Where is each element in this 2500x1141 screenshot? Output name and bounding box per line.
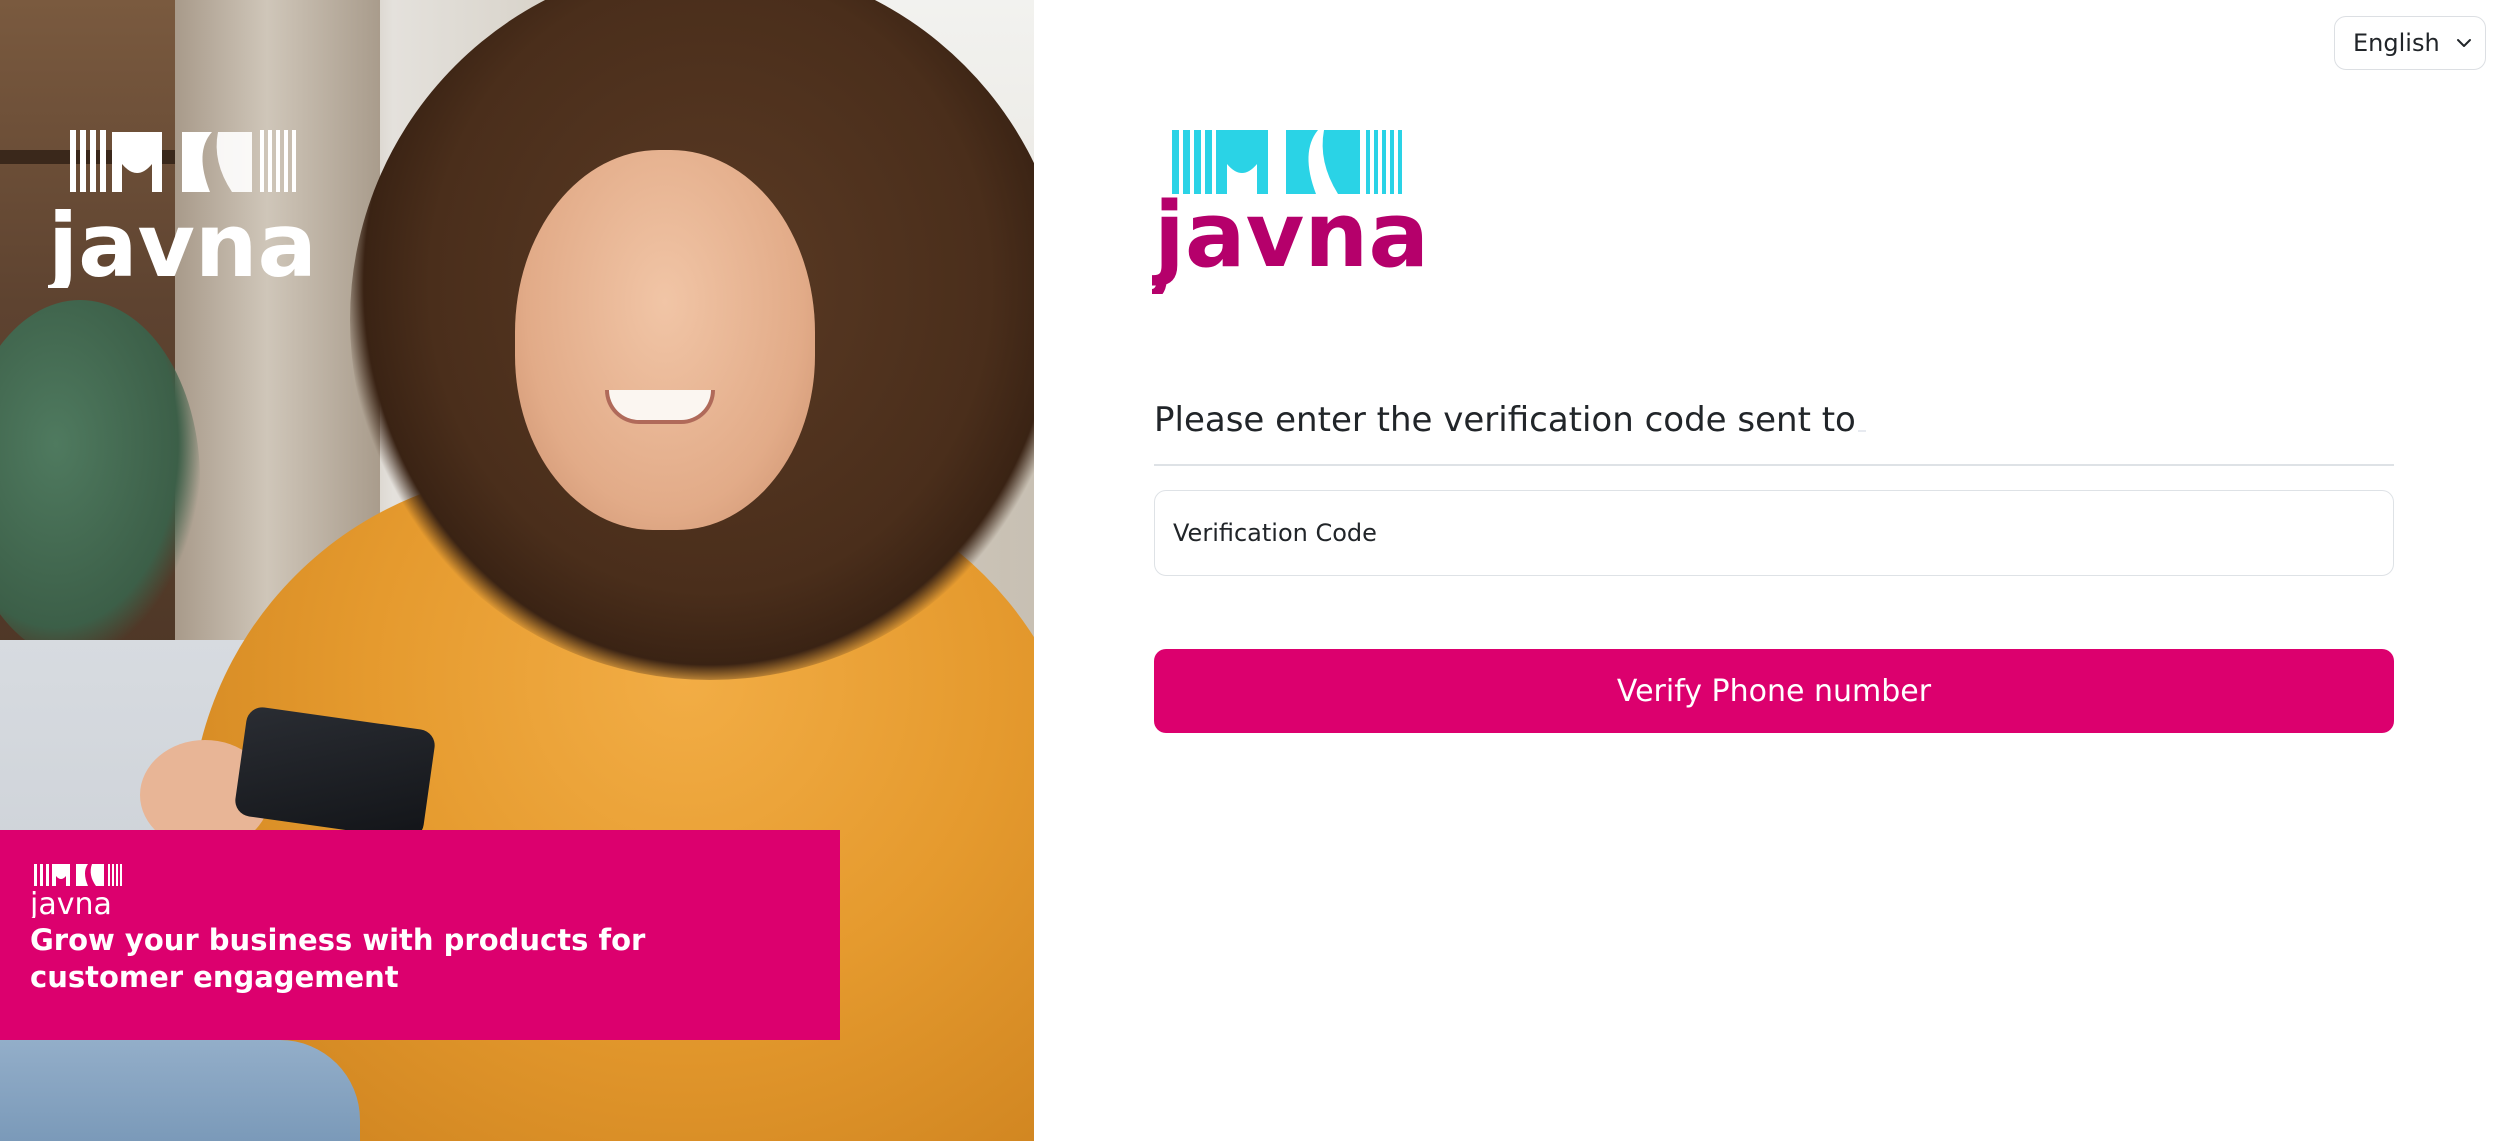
svg-text:javna: javna xyxy=(1152,183,1429,288)
language-label: English xyxy=(2353,29,2440,57)
svg-text:javna: javna xyxy=(30,887,112,918)
verification-prompt: Please enter the verification code sent … xyxy=(1154,400,1856,440)
promo-banner: javna Grow your business with products f… xyxy=(0,830,840,1040)
divider xyxy=(1154,464,2394,466)
hero-photo: javna javna Grow your business with prod… xyxy=(0,0,1034,1141)
javna-logo-white: javna xyxy=(48,130,317,288)
verify-phone-button[interactable]: Verify Phone number xyxy=(1154,649,2394,733)
face xyxy=(515,150,815,530)
svg-text:javna: javna xyxy=(48,194,317,288)
smile xyxy=(605,390,715,424)
masked-phone-number xyxy=(1858,430,1866,432)
javna-logo-small: javna xyxy=(30,864,122,918)
language-selector[interactable]: English xyxy=(2334,16,2486,70)
jeans xyxy=(0,1040,360,1141)
verification-code-input[interactable] xyxy=(1154,490,2394,576)
javna-logo: javna xyxy=(1152,130,1429,294)
chevron-down-icon xyxy=(2456,39,2471,47)
promo-tagline: Grow your business with products for cus… xyxy=(30,923,646,994)
